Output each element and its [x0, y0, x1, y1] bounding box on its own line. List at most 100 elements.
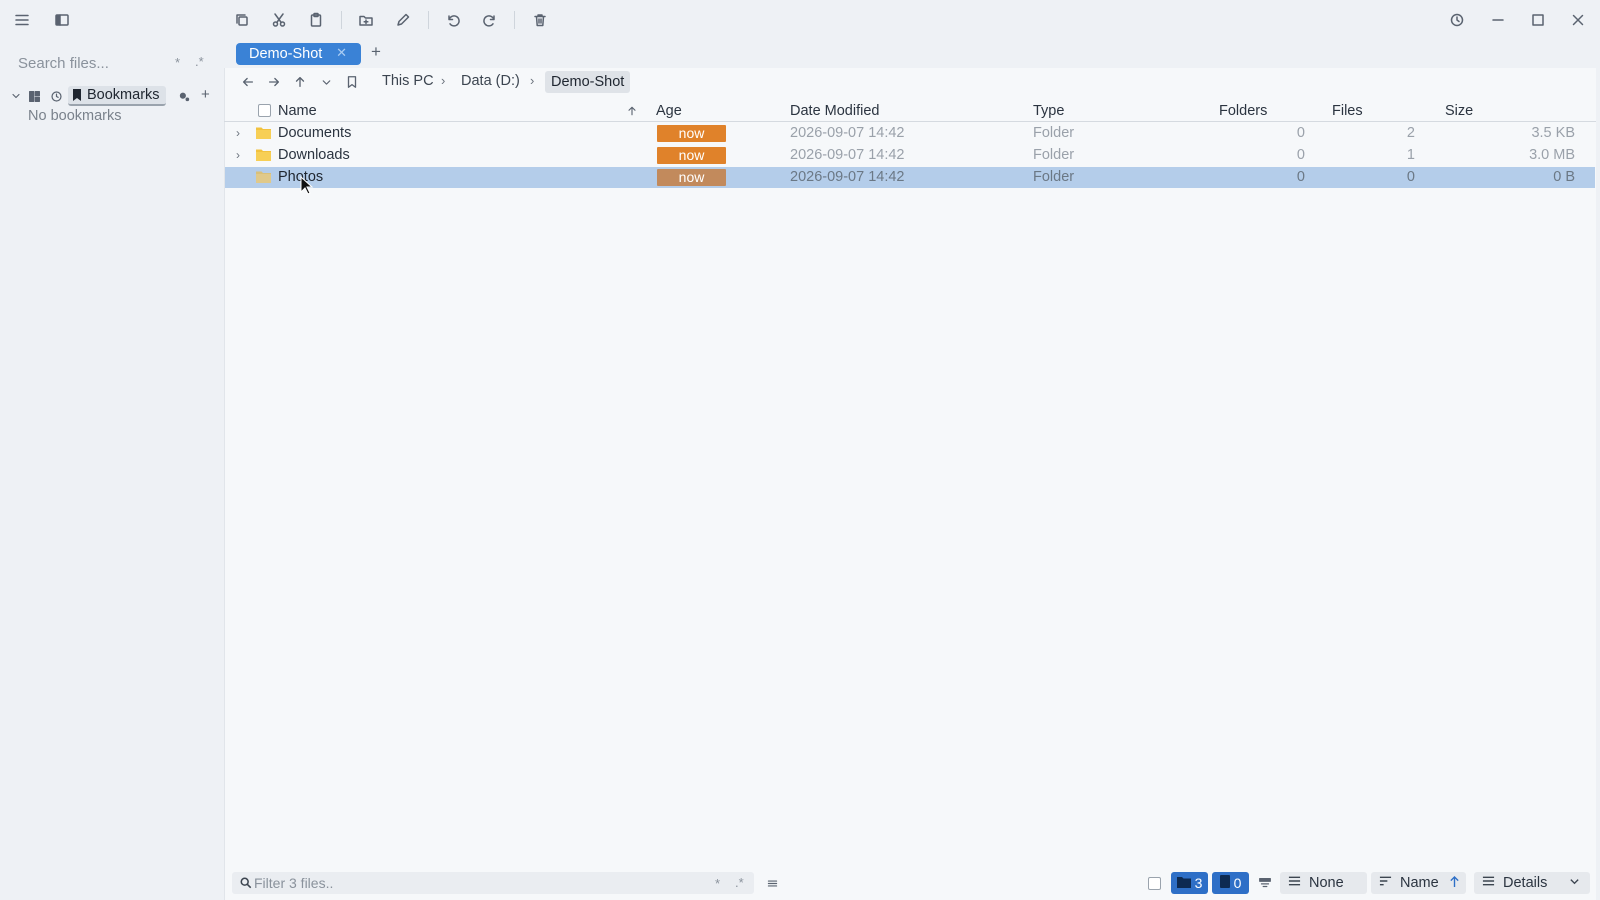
sort-ascending-icon[interactable]: [620, 99, 644, 123]
chevron-right-icon: ›: [441, 73, 446, 88]
mouse-cursor-icon: [300, 175, 314, 196]
menu-icon[interactable]: [10, 8, 34, 32]
filter-box: * .*: [232, 872, 754, 894]
breadcrumb-demo-shot[interactable]: Demo-Shot: [545, 71, 631, 93]
bookmark-icon: [72, 89, 82, 101]
history-icon[interactable]: [1445, 8, 1469, 32]
file-type: Folder: [1033, 125, 1075, 141]
chevron-down-icon: [1569, 875, 1580, 891]
regex-toggle[interactable]: .*: [735, 875, 744, 890]
view-mode-dropdown[interactable]: Details: [1474, 872, 1590, 894]
filter-input[interactable]: [254, 872, 684, 894]
bookmark-outline-icon[interactable]: [340, 70, 364, 94]
copy-icon[interactable]: [230, 8, 254, 32]
age-badge: now: [657, 169, 726, 186]
sort-icon: [1379, 875, 1392, 891]
group-label: None: [1309, 875, 1344, 891]
recent-icon[interactable]: [44, 84, 68, 108]
breadcrumb-this-pc[interactable]: This PC: [382, 73, 434, 89]
folder-count: 0: [1296, 169, 1305, 185]
age-badge: now: [657, 147, 726, 164]
select-toggle-checkbox[interactable]: [1148, 877, 1161, 890]
regex-toggle[interactable]: .*: [195, 54, 204, 69]
undo-icon[interactable]: [441, 8, 465, 32]
tab-demo-shot[interactable]: Demo-Shot ✕: [236, 43, 361, 65]
table-row[interactable]: › Documents now 2026-09-07 14:42 Folder …: [225, 123, 1595, 144]
rename-icon[interactable]: [391, 8, 415, 32]
search-icon: [240, 876, 252, 892]
chevron-right-icon[interactable]: ›: [236, 148, 240, 162]
new-folder-icon[interactable]: [354, 8, 378, 32]
wildcard-toggle[interactable]: *: [715, 876, 720, 891]
cut-icon[interactable]: [267, 8, 291, 32]
wildcard-toggle[interactable]: *: [175, 55, 180, 70]
column-type[interactable]: Type: [1033, 103, 1064, 119]
file-size: 3.0 MB: [1529, 147, 1575, 163]
delete-icon[interactable]: [528, 8, 552, 32]
folders-count-toggle[interactable]: 3: [1171, 872, 1208, 894]
column-date-modified[interactable]: Date Modified: [790, 103, 879, 119]
column-age[interactable]: Age: [656, 103, 682, 119]
file-type: Folder: [1033, 169, 1075, 185]
file-list-panel: [224, 68, 1596, 900]
file-count: 0: [1406, 169, 1415, 185]
date-modified: 2026-09-07 14:42: [790, 147, 905, 163]
sort-by-dropdown[interactable]: Name: [1371, 872, 1466, 894]
bookmarks-tab[interactable]: Bookmarks: [68, 86, 166, 106]
file-icon: [1219, 875, 1230, 891]
group-icon[interactable]: [1253, 871, 1277, 895]
tag-icon[interactable]: [172, 84, 196, 108]
tab-label: Demo-Shot: [249, 46, 323, 62]
new-tab-button[interactable]: +: [371, 42, 381, 62]
file-name: Downloads: [278, 147, 350, 163]
list-icon: [1482, 875, 1495, 891]
column-name[interactable]: Name: [278, 103, 317, 119]
folder-count-label: 3: [1194, 875, 1203, 891]
history-dropdown-icon[interactable]: [314, 70, 338, 94]
breadcrumb-current-label: Demo-Shot: [551, 74, 625, 90]
breadcrumb-data-d[interactable]: Data (D:): [461, 73, 520, 89]
table-row[interactable]: Photos now 2026-09-07 14:42 Folder 0 0 0…: [225, 167, 1595, 188]
back-icon[interactable]: [236, 70, 260, 94]
file-type: Folder: [1033, 147, 1075, 163]
file-count-label: 0: [1233, 875, 1242, 891]
column-size[interactable]: Size: [1445, 103, 1473, 119]
close-tab-icon[interactable]: ✕: [336, 45, 347, 61]
sort-direction-icon[interactable]: [1449, 875, 1460, 892]
column-files[interactable]: Files: [1332, 103, 1363, 119]
list-icon: [1288, 875, 1301, 891]
age-badge: now: [657, 125, 726, 142]
date-modified: 2026-09-07 14:42: [790, 169, 905, 185]
column-folders[interactable]: Folders: [1219, 103, 1267, 119]
folder-count: 0: [1296, 147, 1305, 163]
add-bookmark-button[interactable]: +: [201, 86, 210, 103]
file-size: 0 B: [1553, 169, 1575, 185]
redo-icon[interactable]: [478, 8, 502, 32]
toggle-sidebar-icon[interactable]: [50, 8, 74, 32]
filter-options-icon[interactable]: [760, 871, 784, 895]
chevron-right-icon: ›: [530, 73, 535, 88]
bookmarks-header: Bookmarks +: [10, 86, 215, 106]
sidebar: * .* Bookmarks + No bookmarks: [0, 40, 224, 900]
group-by-dropdown[interactable]: None: [1280, 872, 1367, 894]
file-count: 2: [1406, 125, 1415, 141]
close-window-icon[interactable]: [1566, 8, 1590, 32]
minimize-icon[interactable]: [1486, 8, 1510, 32]
table-header: Name Age Date Modified Type Folders File…: [224, 100, 1596, 122]
forward-icon[interactable]: [262, 70, 286, 94]
dashboard-icon[interactable]: [22, 84, 46, 108]
chevron-right-icon[interactable]: ›: [236, 126, 240, 140]
maximize-icon[interactable]: [1526, 8, 1550, 32]
file-name: Documents: [278, 125, 352, 141]
folder-icon: [256, 148, 271, 161]
file-size: 3.5 KB: [1531, 125, 1575, 141]
up-icon[interactable]: [288, 70, 312, 94]
folder-count: 0: [1296, 125, 1305, 141]
folder-icon: [256, 126, 271, 139]
select-all-checkbox[interactable]: [258, 104, 271, 117]
paste-icon[interactable]: [304, 8, 328, 32]
folder-icon: [256, 170, 271, 183]
table-row[interactable]: › Downloads now 2026-09-07 14:42 Folder …: [225, 145, 1595, 166]
no-bookmarks-text: No bookmarks: [28, 108, 122, 124]
files-count-toggle[interactable]: 0: [1212, 872, 1249, 894]
